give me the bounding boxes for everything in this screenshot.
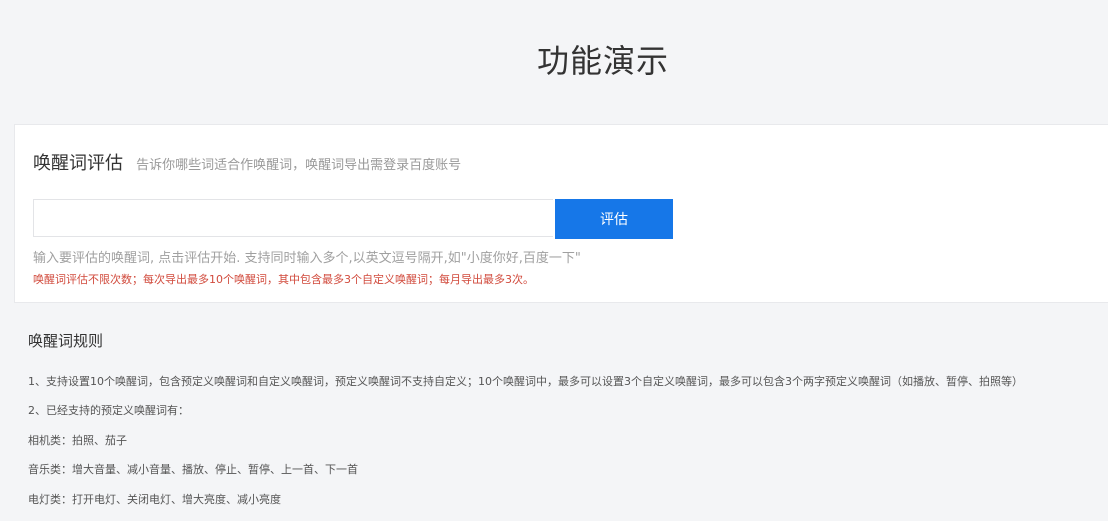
- limit-note: 唤醒词评估不限次数；每次导出最多10个唤醒词，其中包含最多3个自定义唤醒词；每月…: [33, 273, 534, 286]
- wake-word-input[interactable]: [33, 199, 553, 237]
- rule-item: 1、支持设置10个唤醒词，包含预定义唤醒词和自定义唤醒词，预定义唤醒词不支持自定…: [28, 375, 1023, 388]
- rule-item: 电灯类：打开电灯、关闭电灯、增大亮度、减小亮度: [28, 493, 281, 506]
- input-hint: 输入要评估的唤醒词, 点击评估开始. 支持同时输入多个,以英文逗号隔开,如"小度…: [33, 251, 581, 266]
- rules-title: 唤醒词规则: [28, 332, 104, 350]
- card-subtitle: 告诉你哪些词适合作唤醒词，唤醒词导出需登录百度账号: [136, 158, 462, 173]
- card-title: 唤醒词评估: [33, 153, 123, 174]
- rule-item: 相机类：拍照、茄子: [28, 434, 127, 447]
- card-header: 唤醒词评估 告诉你哪些词适合作唤醒词，唤醒词导出需登录百度账号: [33, 149, 461, 175]
- rule-item: 音乐类：增大音量、减小音量、播放、停止、暂停、上一首、下一首: [28, 463, 358, 476]
- page-title: 功能演示: [536, 42, 669, 80]
- evaluate-button[interactable]: 评估: [555, 199, 673, 239]
- rule-item: 2、已经支持的预定义唤醒词有：: [28, 404, 189, 417]
- wake-word-evaluation-card: 唤醒词评估 告诉你哪些词适合作唤醒词，唤醒词导出需登录百度账号 评估 输入要评估…: [14, 124, 1108, 303]
